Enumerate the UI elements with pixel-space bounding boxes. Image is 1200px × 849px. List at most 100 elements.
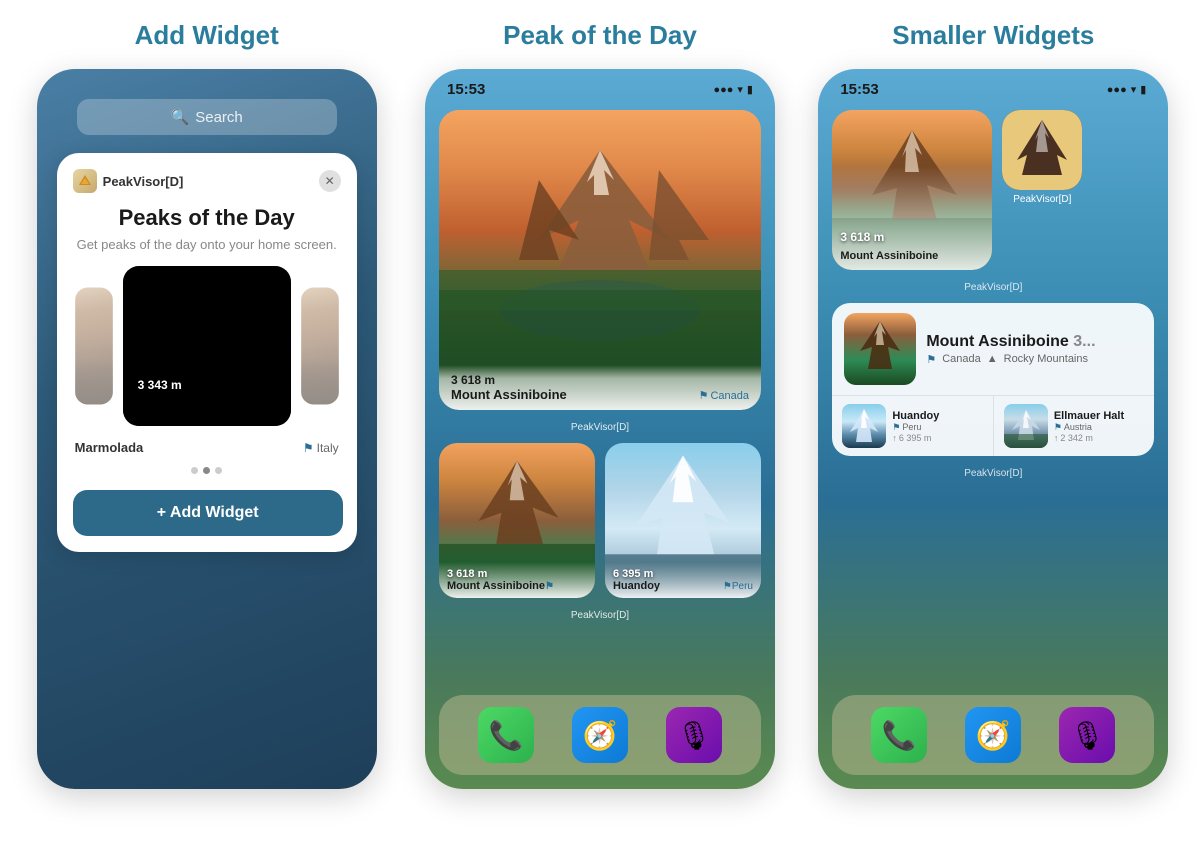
phone-content-2: 3 618 m Mount Assiniboine ⚑ Canada PeakV…: [425, 104, 775, 627]
mini-info-huandoy: Huandoy ⚑ Peru ↑ 6 395 m: [892, 410, 939, 443]
medium-widget: Mount Assiniboine 3... ⚑ Canada ▲ Rocky …: [832, 303, 1154, 456]
status-bar-3: 15:53 ●●● ▾ ▮: [818, 69, 1168, 104]
mini-img-ellmauer: [1004, 404, 1048, 448]
dock-phone-icon-3[interactable]: 📞: [871, 707, 927, 763]
battery-icon-3: ▮: [1140, 83, 1146, 96]
add-widget-button[interactable]: + Add Widget: [73, 490, 343, 536]
sw2-name: Huandoy: [613, 580, 660, 592]
status-icons-2: ●●● ▾ ▮: [713, 83, 753, 96]
mini-info-ellmauer: Ellmauer Halt ⚑ Austria ↑ 2 342 m: [1054, 410, 1124, 443]
large-widget-info: Mount Assiniboine ⚑ Canada: [451, 387, 749, 402]
mini-img-huandoy: [842, 404, 886, 448]
top-small-widget: 3 618 m Mount Assiniboine: [832, 110, 992, 270]
app-icon[interactable]: [1002, 110, 1082, 190]
mini-alt-ellmauer: ↑ 2 342 m: [1054, 433, 1124, 443]
sw2-altitude: 6 395 m: [613, 568, 753, 580]
app-icon-group: PeakVisor[D]: [1002, 110, 1082, 205]
small-widgets-row: 3 618 m Mount Assiniboine⚑: [439, 443, 761, 598]
phone-dock-3: 📞 🧭 🎙: [832, 695, 1154, 775]
dot-2: [203, 467, 210, 474]
search-text: Search: [195, 109, 243, 126]
sw1-altitude: 3 618 m: [447, 568, 587, 580]
card-title: Peaks of the Day: [73, 205, 341, 231]
search-bar[interactable]: 🔍 Search: [77, 99, 337, 135]
status-bar-2: 15:53 ●●● ▾ ▮: [425, 69, 775, 104]
widget-bottom-info: Marmolada ⚑ Italy: [73, 440, 341, 455]
large-widget-peak-name: Mount Assiniboine: [451, 387, 567, 402]
mini-widgets-row: Huandoy ⚑ Peru ↑ 6 395 m: [832, 395, 1154, 456]
small-widget-1: 3 618 m Mount Assiniboine⚑: [439, 443, 595, 598]
phone-smaller-widgets: 15:53 ●●● ▾ ▮: [818, 69, 1168, 789]
phone-dock-2: 📞 🧭 🎙: [439, 695, 761, 775]
dot-indicator: [73, 467, 341, 474]
app-label-2: PeakVisor[D]: [439, 610, 761, 621]
battery-icon: ▮: [747, 83, 753, 96]
dot-3: [215, 467, 222, 474]
elev-icon-h: ↑: [892, 433, 897, 443]
preview-side-right: [301, 288, 339, 405]
top-widget-name: Mount Assiniboine: [840, 250, 938, 262]
app-label-1: PeakVisor[D]: [439, 422, 761, 433]
status-time-2: 15:53: [447, 81, 485, 98]
mini-country-ellmauer: ⚑ Austria: [1054, 422, 1124, 433]
phone-add-widget: 🔍 Search PeakVisor[D] ✕: [37, 69, 377, 789]
small-widget-2: 6 395 m Huandoy ⚑Peru: [605, 443, 761, 598]
preview-side-left: [75, 288, 113, 405]
preview-main: 3 343 m: [123, 266, 291, 426]
sw2-country: ⚑Peru: [723, 581, 753, 592]
elev-icon-e: ↑: [1054, 433, 1059, 443]
dock-podcasts-icon-3[interactable]: 🎙: [1059, 707, 1115, 763]
large-widget-altitude: 3 618 m: [451, 373, 749, 387]
medium-widget-regions: ⚑ Canada ▲ Rocky Mountains: [926, 353, 1142, 366]
top-row: 3 618 m Mount Assiniboine: [832, 110, 1154, 270]
medium-widget-name: Mount Assiniboine 3...: [926, 333, 1142, 351]
app-name: PeakVisor[D]: [103, 174, 184, 189]
column-1-title: Add Widget: [135, 20, 279, 51]
status-time-3: 15:53: [840, 81, 878, 98]
flag-icon: ⚑: [303, 441, 314, 455]
column-smaller-widgets: Smaller Widgets 15:53 ●●● ▾ ▮: [817, 20, 1170, 789]
mini-name-ellmauer: Ellmauer Halt: [1054, 410, 1124, 422]
widget-card-logo: PeakVisor[D]: [73, 169, 184, 193]
large-widget-assiniboine: 3 618 m Mount Assiniboine ⚑ Canada: [439, 110, 761, 410]
mini-country-huandoy: ⚑ Peru: [892, 422, 939, 433]
app-logo-icon: [73, 169, 97, 193]
card-subtitle: Get peaks of the day onto your home scre…: [73, 237, 341, 252]
app-label-col3-1: PeakVisor[D]: [832, 282, 1154, 293]
peak-name: Marmolada: [75, 440, 144, 455]
column-add-widget: Add Widget 🔍 Search: [30, 20, 383, 789]
flag-h: ⚑: [892, 422, 900, 433]
column-peak-day: Peak of the Day 15:53 ●●● ▾ ▮: [423, 20, 776, 789]
altitude-badge: 3 343 m: [133, 376, 187, 394]
app-icon-label: PeakVisor[D]: [1013, 194, 1071, 205]
dot-1: [191, 467, 198, 474]
signal-icon-3: ●●●: [1107, 84, 1127, 96]
wifi-icon-3: ▾: [1131, 83, 1137, 96]
mini-name-huandoy: Huandoy: [892, 410, 939, 422]
dock-safari-icon-3[interactable]: 🧭: [965, 707, 1021, 763]
mountain-icon-mw: ▲: [987, 353, 998, 365]
flag-icon-2: ⚑: [699, 389, 709, 402]
top-widget-altitude: 3 618 m: [840, 230, 884, 244]
mini-widget-huandoy: Huandoy ⚑ Peru ↑ 6 395 m: [832, 396, 994, 456]
dock-safari-icon[interactable]: 🧭: [572, 707, 628, 763]
mini-alt-huandoy: ↑ 6 395 m: [892, 433, 939, 443]
flag-e: ⚑: [1054, 422, 1062, 433]
phone-peak-day: 15:53 ●●● ▾ ▮: [425, 69, 775, 789]
app-label-col3-2: PeakVisor[D]: [832, 468, 1154, 479]
column-3-title: Smaller Widgets: [892, 20, 1094, 51]
large-widget-country: ⚑ Canada: [699, 389, 749, 402]
dock-podcasts-icon[interactable]: 🎙: [666, 707, 722, 763]
flag-icon-mw: ⚑: [926, 353, 936, 366]
mini-widget-ellmauer: Ellmauer Halt ⚑ Austria ↑ 2 342 m: [994, 396, 1155, 456]
sw1-name: Mount Assiniboine⚑: [447, 580, 554, 592]
close-button[interactable]: ✕: [319, 170, 341, 192]
medium-widget-img: [844, 313, 916, 385]
widget-card: PeakVisor[D] ✕ Peaks of the Day Get peak…: [57, 153, 357, 552]
medium-widget-info: Mount Assiniboine 3... ⚑ Canada ▲ Rocky …: [926, 333, 1142, 366]
signal-icon: ●●●: [713, 84, 733, 96]
column-2-title: Peak of the Day: [503, 20, 697, 51]
dock-phone-icon[interactable]: 📞: [478, 707, 534, 763]
country: ⚑ Italy: [303, 441, 339, 455]
wifi-icon: ▾: [737, 83, 743, 96]
